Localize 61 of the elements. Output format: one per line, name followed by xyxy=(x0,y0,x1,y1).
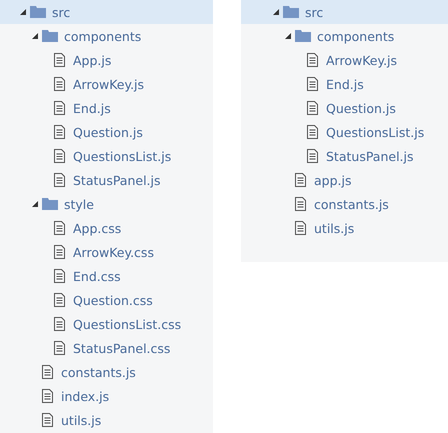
file-row[interactable]: utils.js xyxy=(241,216,448,240)
file-row[interactable]: App.css xyxy=(0,216,213,240)
file-icon xyxy=(54,101,65,115)
file-icon xyxy=(42,389,53,403)
file-row[interactable]: ArrowKey.css xyxy=(0,240,213,264)
file-icon xyxy=(54,173,65,187)
folder-row[interactable]: src xyxy=(241,0,448,24)
file-icon xyxy=(54,53,65,67)
file-icon xyxy=(295,221,306,235)
folder-row[interactable]: src xyxy=(0,0,213,24)
folder-icon xyxy=(295,30,311,42)
file-row[interactable]: QuestionsList.js xyxy=(241,120,448,144)
file-icon xyxy=(295,197,306,211)
file-row[interactable]: App.js xyxy=(0,48,213,72)
file-row[interactable]: utils.js xyxy=(0,408,213,432)
file-icon xyxy=(54,269,65,283)
expand-arrow-icon[interactable] xyxy=(32,33,38,39)
file-row[interactable]: ArrowKey.js xyxy=(241,48,448,72)
file-icon xyxy=(54,341,65,355)
file-row[interactable]: QuestionsList.css xyxy=(0,312,213,336)
file-icon xyxy=(307,149,318,163)
expand-arrow-icon[interactable] xyxy=(20,9,26,15)
file-row[interactable]: constants.js xyxy=(0,360,213,384)
file-icon xyxy=(54,245,65,259)
folder-icon xyxy=(283,6,299,18)
file-row[interactable]: index.js xyxy=(0,384,213,408)
file-icon xyxy=(307,53,318,67)
file-row[interactable]: Question.js xyxy=(0,120,213,144)
file-row[interactable]: End.css xyxy=(0,264,213,288)
file-icon xyxy=(295,173,306,187)
folder-icon xyxy=(42,30,58,42)
folder-icon xyxy=(30,6,46,18)
file-icon xyxy=(42,413,53,427)
file-row[interactable]: StatusPanel.js xyxy=(0,168,213,192)
file-row[interactable]: ArrowKey.js xyxy=(0,72,213,96)
file-icon xyxy=(54,149,65,163)
file-icon xyxy=(307,101,318,115)
file-row[interactable]: End.js xyxy=(241,72,448,96)
file-row[interactable]: QuestionsList.js xyxy=(0,144,213,168)
file-icon xyxy=(42,365,53,379)
file-icon xyxy=(307,77,318,91)
file-row[interactable]: StatusPanel.js xyxy=(241,144,448,168)
file-row[interactable]: End.js xyxy=(0,96,213,120)
file-icon xyxy=(54,317,65,331)
expand-arrow-icon[interactable] xyxy=(285,33,291,39)
file-icon xyxy=(54,125,65,139)
folder-icon xyxy=(42,198,58,210)
file-row[interactable]: Question.css xyxy=(0,288,213,312)
file-icon xyxy=(54,77,65,91)
folder-row[interactable]: components xyxy=(0,24,213,48)
folder-row[interactable]: style xyxy=(0,192,213,216)
file-row[interactable]: constants.js xyxy=(241,192,448,216)
file-row[interactable]: app.js xyxy=(241,168,448,192)
file-icon xyxy=(54,221,65,235)
expand-arrow-icon[interactable] xyxy=(32,201,38,207)
folder-row[interactable]: components xyxy=(241,24,448,48)
expand-arrow-icon[interactable] xyxy=(273,9,279,15)
file-icon xyxy=(307,125,318,139)
file-row[interactable]: Question.js xyxy=(241,96,448,120)
file-row[interactable]: StatusPanel.css xyxy=(0,336,213,360)
file-icon xyxy=(54,293,65,307)
